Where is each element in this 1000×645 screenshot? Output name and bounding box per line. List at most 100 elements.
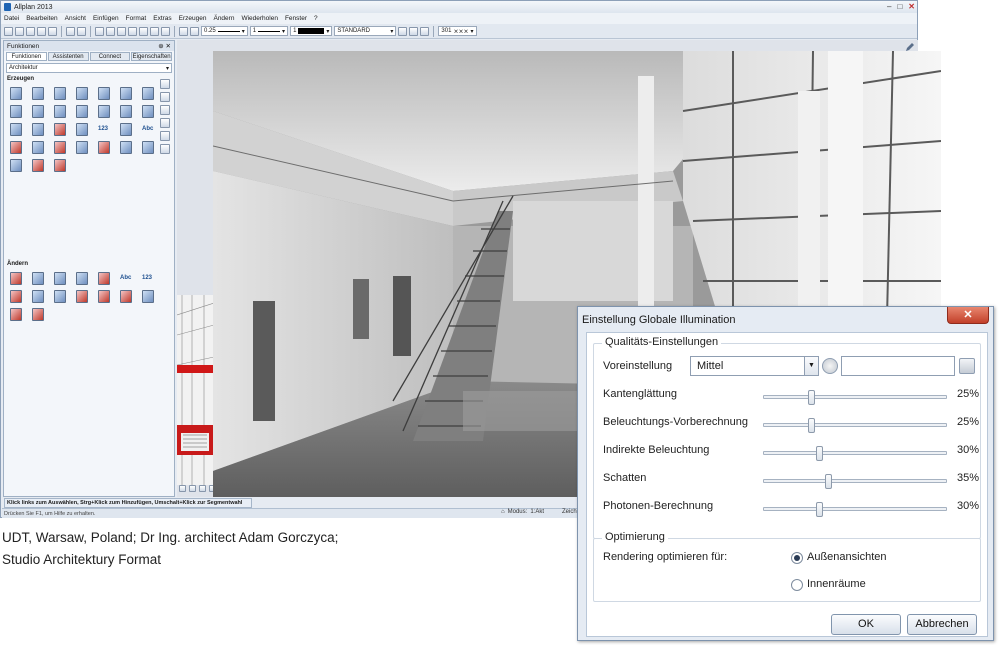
exterior-radio[interactable] — [791, 552, 803, 564]
delete-preset-icon[interactable] — [822, 358, 838, 374]
indirect-light-slider[interactable] — [763, 446, 947, 461]
interior-label[interactable]: Innenräume — [807, 578, 866, 590]
close-window-icon[interactable]: ✕ — [908, 2, 915, 11]
menu-aendern[interactable]: Ändern — [213, 15, 234, 22]
layer-lock-icon[interactable] — [420, 26, 430, 36]
numbering-icon[interactable]: 123 — [98, 123, 110, 136]
roof-icon[interactable] — [142, 87, 154, 100]
menu-ansicht[interactable]: Ansicht — [65, 15, 86, 22]
modify-pattern-icon[interactable] — [54, 290, 66, 303]
area-icon[interactable] — [32, 141, 44, 154]
interior-radio[interactable] — [791, 579, 803, 591]
window-icon[interactable] — [76, 87, 88, 100]
dimension-icon[interactable] — [76, 123, 88, 136]
modify-format-icon[interactable] — [32, 290, 44, 303]
modify-room-icon[interactable] — [76, 290, 88, 303]
exterior-label[interactable]: Außenansichten — [807, 551, 887, 563]
layer-select[interactable]: STANDARD ▾ — [334, 26, 397, 36]
side-tool-icon[interactable] — [160, 79, 170, 89]
pin-close-icons[interactable]: ⊕ ✕ — [158, 42, 171, 50]
tab-connect[interactable]: Connect — [89, 52, 131, 61]
slider-thumb[interactable] — [808, 390, 815, 405]
modify-number-icon[interactable]: 123 — [142, 272, 154, 285]
print-icon[interactable] — [37, 26, 46, 36]
light-precalc-slider[interactable] — [763, 418, 947, 433]
modify-corner-icon[interactable] — [142, 290, 154, 303]
pan-view-icon[interactable] — [199, 485, 206, 492]
modify-split-icon[interactable] — [32, 308, 44, 321]
preset-name-input[interactable] — [841, 356, 955, 376]
grid-icon[interactable] — [10, 123, 22, 136]
library-icon[interactable] — [54, 159, 66, 172]
view-icon[interactable] — [128, 26, 137, 36]
slider-thumb[interactable] — [816, 502, 823, 517]
antialiasing-slider[interactable] — [763, 390, 947, 405]
close-icon[interactable]: ✕ — [947, 307, 989, 324]
pipette-icon[interactable] — [190, 26, 199, 36]
recess-icon[interactable] — [76, 105, 88, 118]
label-icon[interactable] — [120, 123, 132, 136]
layer-icon[interactable] — [398, 26, 408, 36]
maximize-icon[interactable]: □ — [897, 2, 902, 11]
column-icon[interactable] — [32, 87, 44, 100]
wall-icon[interactable] — [10, 87, 22, 100]
undo-icon[interactable] — [66, 26, 75, 36]
symbol-icon[interactable] — [142, 141, 154, 154]
beam-icon[interactable] — [32, 105, 44, 118]
menu-format[interactable]: Format — [126, 15, 147, 22]
floor-icon[interactable] — [142, 105, 154, 118]
menu-fenster[interactable]: Fenster — [285, 15, 307, 22]
paste-icon[interactable] — [117, 26, 126, 36]
chimney-icon[interactable] — [98, 105, 110, 118]
open-file-icon[interactable] — [15, 26, 24, 36]
menu-help[interactable]: ? — [314, 15, 318, 22]
zoom-icon[interactable] — [161, 26, 170, 36]
slider-thumb[interactable] — [825, 474, 832, 489]
minimize-icon[interactable]: – — [887, 2, 891, 11]
layer-tool-icon[interactable] — [10, 159, 22, 172]
railing-icon[interactable] — [54, 123, 66, 136]
ceiling-icon[interactable] — [120, 105, 132, 118]
macro-icon[interactable] — [98, 141, 110, 154]
menu-erzeugen[interactable]: Erzeugen — [179, 15, 207, 22]
redo-icon[interactable] — [77, 26, 86, 36]
elevation-icon[interactable] — [76, 141, 88, 154]
stair-icon[interactable] — [10, 105, 22, 118]
modify-delete-icon[interactable] — [98, 272, 110, 285]
side-tool-icon[interactable] — [160, 144, 170, 154]
cube-icon[interactable] — [139, 26, 148, 36]
layer-visibility-icon[interactable] — [409, 26, 419, 36]
menu-einfuegen[interactable]: Einfügen — [93, 15, 119, 22]
side-tool-icon[interactable] — [160, 118, 170, 128]
cancel-button[interactable]: Abbrechen — [907, 614, 977, 635]
save-preset-icon[interactable] — [959, 358, 975, 374]
preset-select[interactable]: Mittel ▼ — [690, 356, 819, 376]
close-view-icon[interactable] — [179, 485, 186, 492]
modify-wall-icon[interactable] — [10, 272, 22, 285]
section-icon[interactable] — [54, 141, 66, 154]
side-tool-icon[interactable] — [160, 131, 170, 141]
slider-thumb[interactable] — [808, 418, 815, 433]
shadow-slider[interactable] — [763, 474, 947, 489]
modify-attr-icon[interactable] — [98, 290, 110, 303]
save-icon[interactable] — [26, 26, 35, 36]
new-file-icon[interactable] — [4, 26, 13, 36]
text-icon[interactable]: Abc — [142, 123, 154, 136]
menu-extras[interactable]: Extras — [153, 15, 171, 22]
modify-props-icon[interactable] — [10, 290, 22, 303]
modify-opening-icon[interactable] — [76, 272, 88, 285]
slider-thumb[interactable] — [816, 446, 823, 461]
smartpart-icon[interactable] — [120, 141, 132, 154]
facade-icon[interactable] — [32, 123, 44, 136]
color-select[interactable]: 1 ▾ — [290, 26, 333, 36]
cut-icon[interactable] — [95, 26, 104, 36]
pen-icon[interactable] — [179, 26, 188, 36]
menu-datei[interactable]: Datei — [4, 15, 19, 22]
room-icon[interactable] — [10, 141, 22, 154]
side-tool-icon[interactable] — [160, 92, 170, 102]
niche-icon[interactable] — [54, 105, 66, 118]
photon-slider[interactable] — [763, 502, 947, 517]
side-tool-icon[interactable] — [160, 105, 170, 115]
zoom-view-icon[interactable] — [189, 485, 196, 492]
hatch-select[interactable]: 301 ⨯⨯⨯ ▾ — [438, 26, 477, 36]
